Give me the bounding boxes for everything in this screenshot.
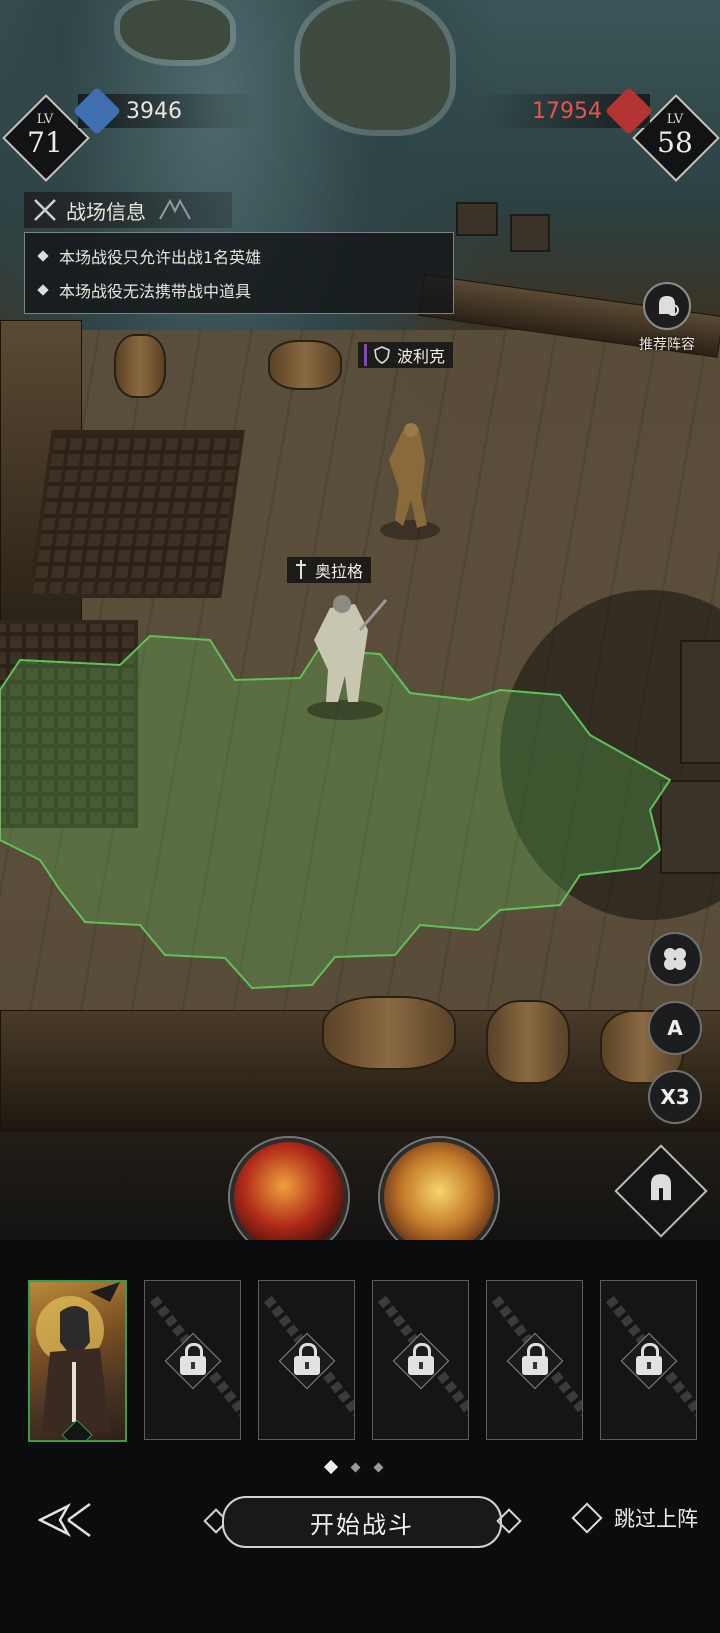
player-level: 71 <box>27 126 63 159</box>
rule-text: 本场战役只允许出战1名英雄 <box>59 248 262 267</box>
deck-grate <box>0 620 138 828</box>
recommend-lineup-button[interactable]: 推荐阵容 <box>622 282 712 354</box>
enemy-power-value: 17954 <box>532 98 602 124</box>
locked-slot[interactable] <box>372 1280 469 1440</box>
barrel <box>268 340 342 390</box>
crate <box>680 640 720 764</box>
back-arrow-icon[interactable] <box>38 1500 92 1540</box>
player-power-value: 3946 <box>126 98 182 124</box>
sword-icon <box>296 560 306 579</box>
auto-icon: A <box>667 1016 683 1040</box>
formation-button[interactable] <box>648 932 702 986</box>
battlefield-info-title: 战场信息 <box>66 199 146 224</box>
page-dot[interactable] <box>373 1462 384 1472</box>
enemy-nametag: 波利克 <box>358 342 454 368</box>
speed-label: X3 <box>660 1085 690 1109</box>
player-power-icon <box>72 86 122 136</box>
hero-portrait <box>36 1282 120 1432</box>
lock-icon <box>522 1343 548 1375</box>
enemy-level: 58 <box>657 126 693 159</box>
lock-icon <box>294 1343 320 1375</box>
start-battle-button[interactable]: 开始战斗 <box>222 1496 502 1548</box>
hero-name: 奥拉格 <box>315 562 364 581</box>
hero-card-olag[interactable] <box>28 1280 127 1442</box>
emblem-icon <box>159 198 191 220</box>
diamond-bullet-icon <box>37 284 49 296</box>
rule-item: 本场战役无法携带战中道具 <box>37 273 439 307</box>
lock-icon <box>636 1343 662 1375</box>
locked-slot[interactable] <box>486 1280 583 1440</box>
deck-grate <box>28 430 245 598</box>
skip-deploy-toggle[interactable]: 跳过上阵 <box>571 1502 698 1534</box>
enemy-unit[interactable] <box>375 420 445 550</box>
locked-slot[interactable] <box>144 1280 241 1440</box>
crate <box>660 780 720 874</box>
hero-nametag: 奥拉格 <box>287 557 372 583</box>
page-dot-active[interactable] <box>323 1459 339 1475</box>
helmet-icon <box>651 1174 671 1201</box>
speed-button[interactable]: X3 <box>648 1070 702 1124</box>
sea-rock <box>120 0 230 60</box>
barrel <box>114 334 166 398</box>
barrel <box>322 996 456 1070</box>
enemy-power: 17954 <box>480 86 654 136</box>
enemy-name: 波利克 <box>397 347 446 366</box>
rule-text: 本场战役无法携带战中道具 <box>59 282 252 301</box>
auto-battle-button[interactable]: A <box>648 1001 702 1055</box>
locked-slot[interactable] <box>258 1280 355 1440</box>
skill-orb-fire[interactable] <box>230 1138 348 1256</box>
player-power: 3946 <box>72 86 258 136</box>
shield-icon <box>374 346 390 364</box>
sea-rock <box>300 0 450 130</box>
lock-icon <box>180 1343 206 1375</box>
player-lv-label: LV <box>36 112 54 127</box>
hero-slot-row <box>28 1280 697 1442</box>
page-indicator <box>323 1459 384 1475</box>
crossed-swords-icon <box>34 199 56 221</box>
page-dot[interactable] <box>350 1462 361 1472</box>
locked-slot[interactable] <box>600 1280 697 1440</box>
recommend-lineup-label: 推荐阵容 <box>639 337 695 353</box>
helmet-search-icon <box>643 282 691 330</box>
hero-unit[interactable] <box>300 590 390 730</box>
enemy-power-icon <box>604 86 654 136</box>
crate <box>456 202 498 236</box>
skill-orb-brute[interactable] <box>380 1138 498 1256</box>
crate <box>510 214 550 252</box>
start-battle-label: 开始战斗 <box>310 1510 414 1539</box>
battlefield-rules: 本场战役只允许出战1名英雄 本场战役无法携带战中道具 <box>24 232 454 314</box>
hexagon-cluster-icon <box>664 948 686 970</box>
barrel <box>486 1000 570 1084</box>
player-level-badge: LV 71 <box>2 94 90 182</box>
skip-deploy-label: 跳过上阵 <box>614 1507 698 1531</box>
lock-icon <box>408 1343 434 1375</box>
battlefield-info-panel[interactable]: 战场信息 本场战役只允许出战1名英雄 本场战役无法携带战中道具 <box>24 192 454 314</box>
battlefield-info-header: 战场信息 <box>24 192 232 228</box>
battle-scene <box>0 0 720 1240</box>
rule-item: 本场战役只允许出战1名英雄 <box>37 239 439 273</box>
shield-icon <box>364 344 367 366</box>
skip-checkbox[interactable] <box>571 1502 603 1534</box>
diamond-bullet-icon <box>37 250 49 262</box>
